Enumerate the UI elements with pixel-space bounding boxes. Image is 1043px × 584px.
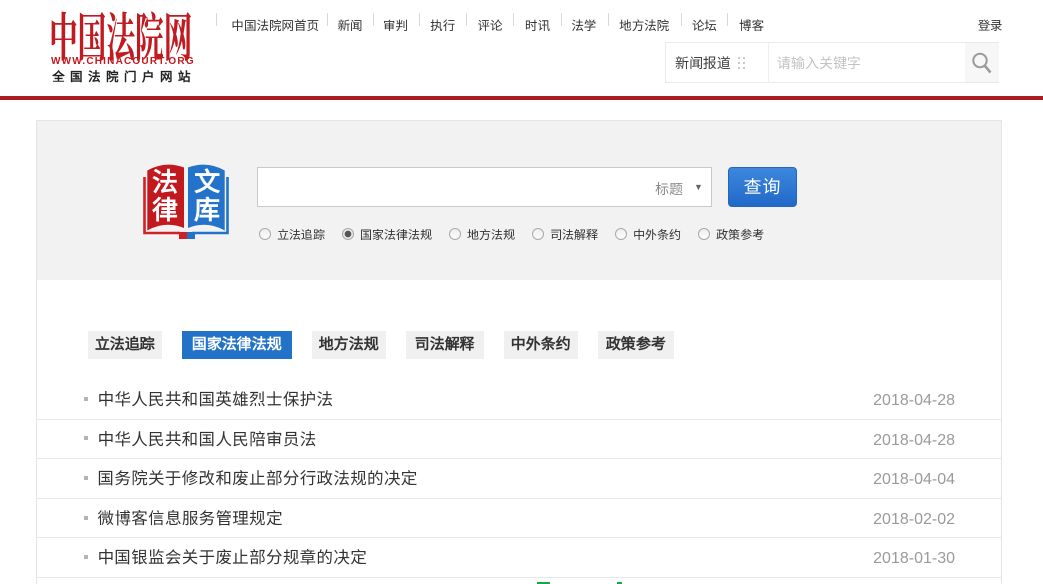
svg-text:库: 库 [194,190,220,227]
svg-text:律: 律 [152,190,178,227]
